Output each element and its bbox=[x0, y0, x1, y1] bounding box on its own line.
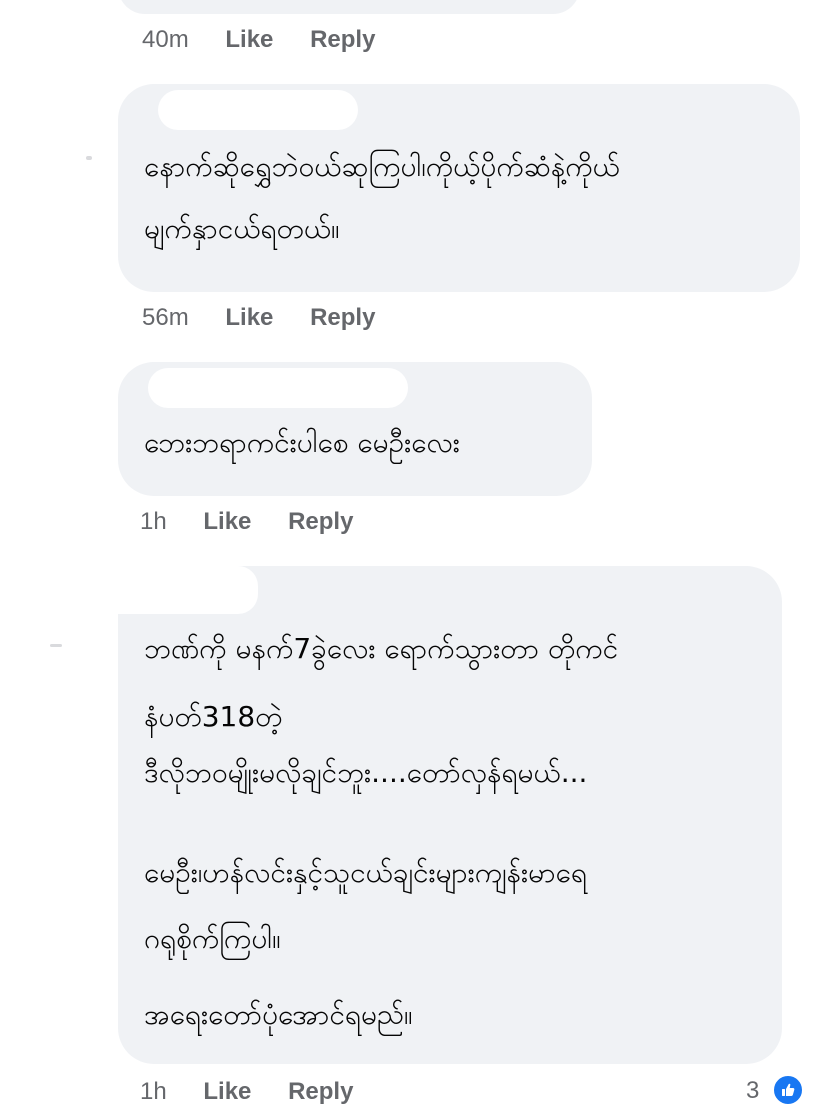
comment-text-line: ဂရုစိုက်ကြပါ။ bbox=[144, 922, 281, 955]
like-button[interactable]: Like bbox=[225, 26, 273, 53]
comment-meta: 56m Like Reply bbox=[142, 304, 375, 332]
comment-text-line: မေဦး၊ဟန်လင်းနှင့်သူငယ်ချင်းများကျန်းမာရေ bbox=[144, 856, 587, 889]
comment-text-line: နံပတ်318တဲ့ bbox=[144, 700, 283, 733]
comment-time[interactable]: 40m bbox=[142, 26, 189, 53]
author-name[interactable] bbox=[148, 368, 408, 408]
comment-meta: 1h Like Reply bbox=[140, 508, 353, 536]
like-button[interactable]: Like bbox=[225, 304, 273, 331]
comment-text-line: ဒီလိုဘ၀မျိုးမလိုချင်ဘူး....တော်လှန်ရမယ်.… bbox=[144, 756, 588, 789]
comment-meta: 40m Like Reply bbox=[142, 26, 375, 54]
avatar[interactable] bbox=[50, 644, 62, 647]
reply-button[interactable]: Reply bbox=[288, 508, 353, 535]
comment-bubble bbox=[118, 0, 580, 14]
comment-text-line: ဘေးဘရာကင်းပါစေ မေဦးလေး bbox=[144, 426, 460, 459]
avatar[interactable] bbox=[86, 156, 92, 160]
comment-time[interactable]: 56m bbox=[142, 304, 189, 331]
comment-text-line: အရေးတော်ပုံအောင်ရမည်။ bbox=[144, 998, 413, 1031]
comment-meta: 1h Like Reply bbox=[140, 1078, 353, 1106]
comment-text-line: နောက်ဆိုရွှေဘဲဝယ်ဆုကြပါ၊ကိုယ့်ပိုက်ဆံနဲ့… bbox=[144, 150, 620, 183]
author-name[interactable] bbox=[48, 566, 258, 614]
comment-text-line: မျက်နှာငယ်ရတယ်။ bbox=[144, 212, 340, 245]
reply-button[interactable]: Reply bbox=[310, 26, 375, 53]
reaction-count[interactable]: 3 bbox=[746, 1077, 759, 1105]
comment-bubble: ဘဏ်ကို မနက်7ခွဲလေး ရောက်သွားတာ တိုကင် နံ… bbox=[48, 566, 782, 1064]
thumbs-up-icon[interactable] bbox=[772, 1074, 804, 1106]
comment-time[interactable]: 1h bbox=[140, 1078, 167, 1105]
comment-bubble: ဘေးဘရာကင်းပါစေ မေဦးလေး bbox=[118, 362, 592, 496]
comment-bubble: နောက်ဆိုရွှေဘဲဝယ်ဆုကြပါ၊ကိုယ့်ပိုက်ဆံနဲ့… bbox=[118, 84, 800, 292]
author-name[interactable] bbox=[158, 90, 358, 130]
like-button[interactable]: Like bbox=[203, 1078, 251, 1105]
comment-time[interactable]: 1h bbox=[140, 508, 167, 535]
comment-text-line: ဘဏ်ကို မနက်7ခွဲလေး ရောက်သွားတာ တိုကင် bbox=[144, 632, 619, 665]
reply-button[interactable]: Reply bbox=[310, 304, 375, 331]
reply-button[interactable]: Reply bbox=[288, 1078, 353, 1105]
like-button[interactable]: Like bbox=[203, 508, 251, 535]
